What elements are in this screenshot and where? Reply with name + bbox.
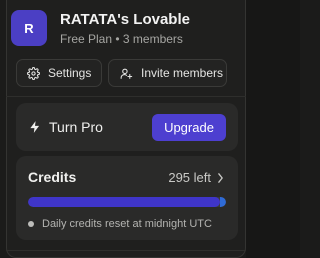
settings-button[interactable]: Settings — [16, 59, 102, 87]
workspace-name: RATATA's Lovable — [60, 11, 190, 28]
credits-card[interactable]: Credits 295 left Daily credits reset at … — [16, 156, 238, 240]
bottom-divider — [6, 250, 246, 251]
workspace-plan-info: Free Plan • 3 members — [60, 32, 183, 46]
credits-reset-text: Daily credits reset at midnight UTC — [42, 218, 212, 230]
credits-reset-note: Daily credits reset at midnight UTC — [28, 218, 212, 230]
credits-progress-bar — [28, 197, 226, 207]
background-area — [246, 0, 300, 258]
invite-members-label: Invite members — [141, 66, 224, 80]
bullet-dot-icon — [28, 221, 34, 227]
lightning-icon — [30, 121, 40, 133]
add-user-icon — [120, 68, 133, 79]
turn-pro-heading: Turn Pro — [28, 119, 103, 135]
credits-remaining[interactable]: 295 left — [168, 170, 224, 185]
upgrade-button[interactable]: Upgrade — [152, 114, 226, 141]
settings-label: Settings — [48, 66, 92, 80]
chevron-right-icon — [218, 172, 223, 183]
turn-pro-label: Turn Pro — [49, 119, 103, 135]
credits-progress-fill — [28, 197, 221, 207]
credits-title: Credits — [28, 169, 77, 185]
invite-members-button[interactable]: Invite members — [108, 59, 227, 87]
credits-left-label: 295 left — [168, 170, 211, 185]
turn-pro-card: Turn Pro Upgrade — [16, 103, 238, 151]
credits-progress-cap — [220, 197, 226, 207]
gear-icon — [27, 66, 40, 80]
workspace-header: R RATATA's Lovable Free Plan • 3 members — [11, 10, 231, 50]
section-divider — [6, 96, 246, 97]
workspace-avatar: R — [11, 10, 47, 46]
